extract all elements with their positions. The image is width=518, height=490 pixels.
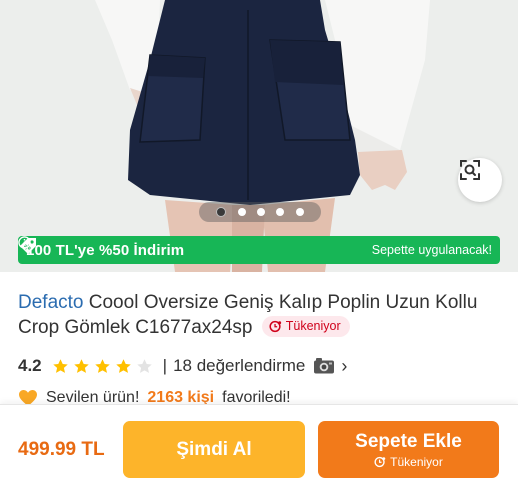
info-icon: [18, 236, 31, 249]
promo-discount: % 100 TL'ye %50 İndirim: [20, 238, 185, 259]
cart-stock-status-label: Tükeniyor: [390, 454, 443, 469]
zoom-button[interactable]: [458, 158, 502, 202]
gallery-dot[interactable]: [237, 208, 246, 216]
product-title: Defacto Coool Oversize Geniş Kalıp Popli…: [18, 290, 504, 340]
rating-score: 4.2: [18, 356, 42, 375]
gallery-dot[interactable]: [216, 207, 227, 217]
gallery-dot[interactable]: [256, 208, 265, 216]
bottom-action-bar: 499.99 TL Şimdi Al Sepete Ekle Tükeniyor: [0, 404, 518, 490]
cart-stock-status: Tükeniyor: [374, 455, 443, 469]
add-to-cart-label: Sepete Ekle: [355, 430, 462, 452]
product-image-gallery[interactable]: % 100 TL'ye %50 İndirim Sepette uygulana…: [0, 0, 518, 272]
promo-discount-text: 100 TL'ye %50 İndirim: [26, 241, 185, 259]
product-price: 499.99 TL: [18, 439, 105, 460]
reviews-link[interactable]: 18 değerlendirme: [173, 356, 305, 376]
stock-badge: Tükeniyor: [261, 316, 350, 338]
promo-note: Sepette uygulanacak!: [18, 236, 492, 257]
camera-icon: [314, 358, 335, 374]
gallery-dot[interactable]: [295, 208, 304, 216]
clock-alert-icon: [269, 321, 281, 333]
star-filled-icon: [52, 358, 68, 373]
stock-badge-label: Tükeniyor: [285, 319, 341, 334]
chevron-right-icon[interactable]: ›: [341, 356, 347, 377]
product-photo: [0, 0, 518, 272]
clock-alert-icon: [374, 456, 386, 467]
promo-banner[interactable]: % 100 TL'ye %50 İndirim Sepette uygulana…: [18, 236, 500, 264]
brand-link[interactable]: Defacto: [18, 292, 83, 313]
promo-note-text: Sepette uygulanacak!: [371, 243, 492, 257]
zoom-icon: [460, 160, 480, 180]
star-filled-icon: [73, 358, 89, 373]
gallery-pagination: [199, 202, 321, 222]
rating-stars: [52, 358, 153, 375]
gallery-dot[interactable]: [276, 208, 285, 216]
star-empty-icon: [136, 358, 152, 373]
buy-now-button[interactable]: Şimdi Al: [123, 421, 305, 478]
star-filled-icon: [94, 358, 110, 373]
product-name: Coool Oversize Geniş Kalıp Poplin Uzun K…: [18, 292, 478, 338]
rating-row[interactable]: 4.2 | 18 değerlendirme ›: [18, 354, 347, 378]
divider: |: [162, 356, 168, 375]
add-to-cart-button[interactable]: Sepete Ekle Tükeniyor: [318, 421, 499, 478]
star-filled-icon: [115, 358, 131, 373]
